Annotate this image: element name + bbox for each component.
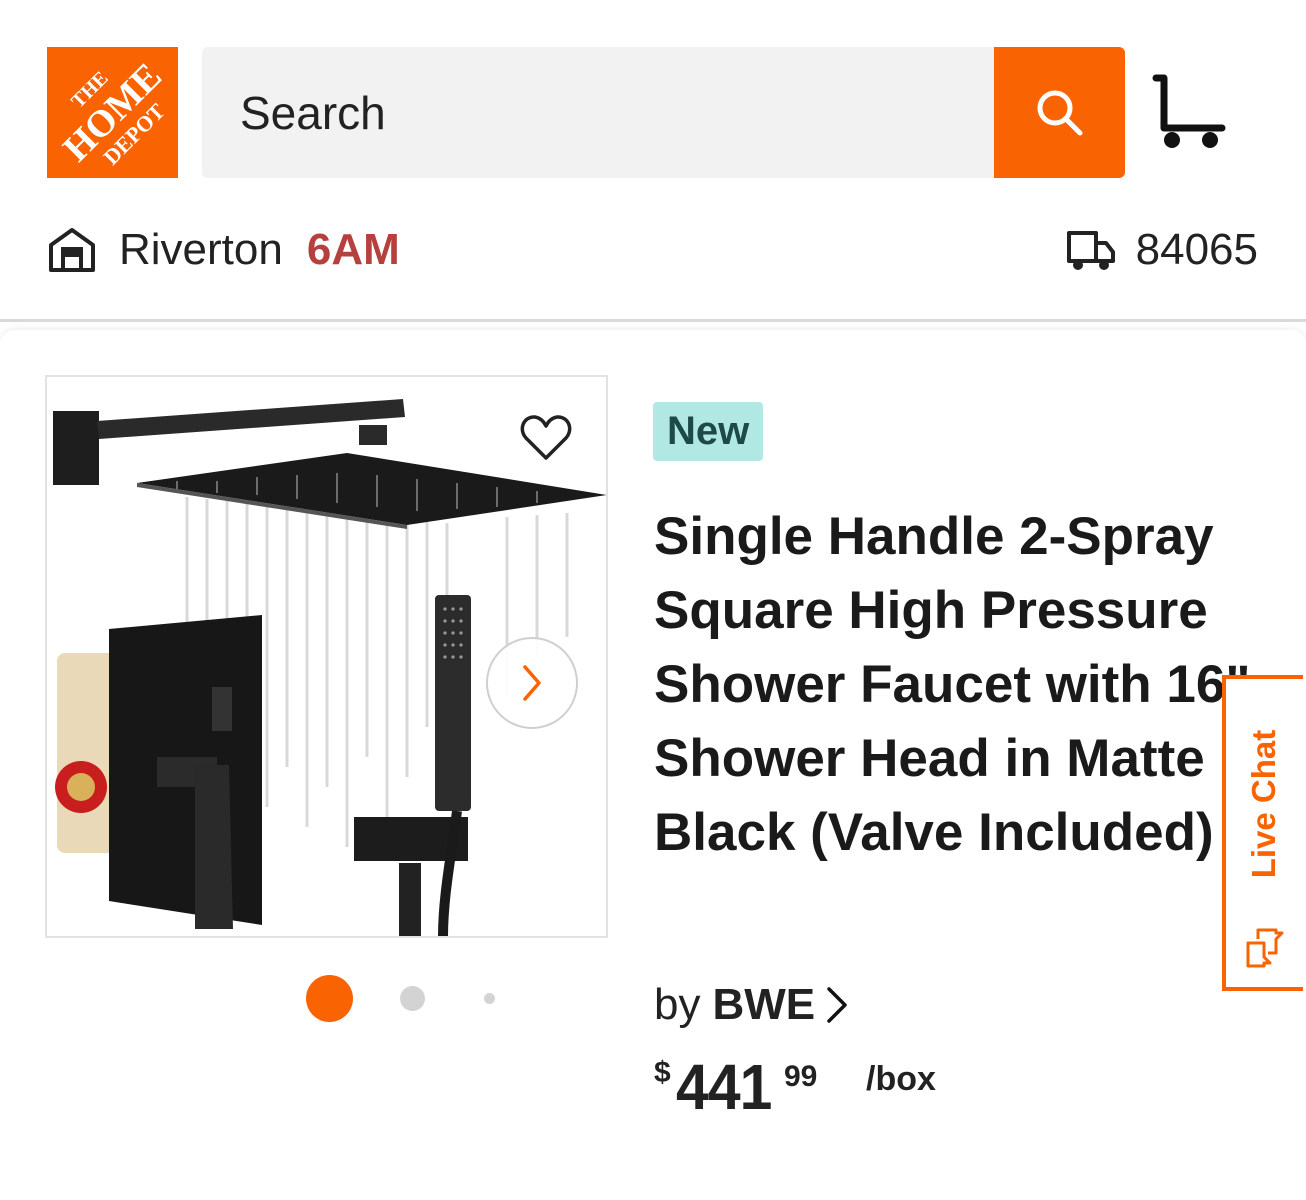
home-depot-logo[interactable]: THE HOME DEPOT <box>47 47 178 178</box>
cart-button[interactable] <box>1146 70 1232 156</box>
search-input[interactable] <box>240 47 980 178</box>
price-dollars: 441 <box>676 1051 772 1123</box>
live-chat-button[interactable]: Live Chat <box>1222 675 1303 991</box>
live-chat-label: Live Chat <box>1245 729 1282 879</box>
carousel-dot-active[interactable] <box>306 975 353 1022</box>
search-bar <box>202 47 1125 178</box>
cart-icon <box>1152 74 1226 148</box>
product-title: Single Handle 2-Spray Square High Pressu… <box>654 507 1251 862</box>
search-button[interactable] <box>994 47 1125 178</box>
new-badge: New <box>653 402 764 461</box>
store-name: Riverton <box>119 225 283 274</box>
price-unit: /box <box>866 1060 936 1098</box>
search-icon <box>1037 90 1082 135</box>
heart-icon <box>520 415 572 460</box>
zip-code: 84065 <box>1135 225 1258 274</box>
price-currency: $ <box>654 1056 671 1089</box>
logo-graphic: THE HOME DEPOT <box>47 47 178 178</box>
truck-icon <box>1066 231 1115 270</box>
brand-name: BWE <box>712 980 816 1029</box>
chevron-right-icon <box>827 987 847 1023</box>
store-hours: 6AM <box>306 225 400 274</box>
chevron-right-icon <box>523 665 541 701</box>
brand-prefix: by <box>654 980 701 1029</box>
price-cents: 99 <box>784 1060 818 1093</box>
next-image-button[interactable] <box>486 637 578 729</box>
carousel-dot[interactable] <box>484 993 495 1004</box>
favorite-button[interactable] <box>510 410 582 466</box>
header-divider <box>0 319 1306 322</box>
header: THE HOME DEPOT Riverton 6AM <box>0 0 1306 320</box>
delivery-zip-selector[interactable]: 84065 <box>1066 220 1258 280</box>
carousel-dot[interactable] <box>400 986 425 1011</box>
store-selector[interactable]: Riverton 6AM <box>47 220 400 280</box>
live-chat-inner: Live Chat <box>1226 679 1303 987</box>
brand-link[interactable]: by BWE <box>654 975 851 1035</box>
store-icon <box>49 228 95 272</box>
chat-bubbles-icon <box>1246 928 1284 968</box>
